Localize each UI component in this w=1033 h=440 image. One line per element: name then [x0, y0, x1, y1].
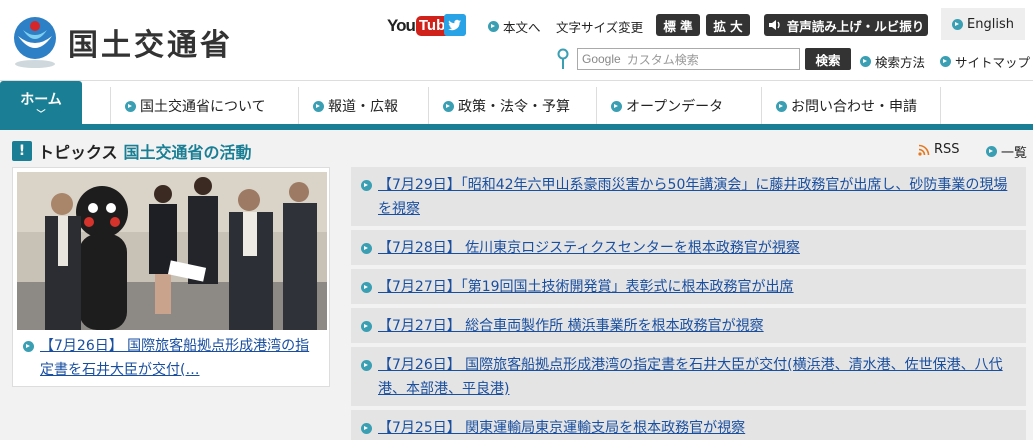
english-link[interactable]: English [941, 8, 1025, 40]
list-item-text: 【7月27日】 総合車両製作所 横浜事業所を根本政務官が視察 [378, 318, 764, 334]
nav-home-tab[interactable]: ホーム ﹀ [0, 81, 82, 127]
topics-list: 【7月29日】「昭和42年六甲山系豪雨災害から50年講演会」に藤井政務官が出席し… [351, 167, 1026, 440]
feature-topic-card[interactable]: 【7月26日】 国際旅客船拠点形成港湾の指定書を石井大臣が交付(… [12, 167, 330, 387]
list-item-text: 【7月25日】 関東運輸局東京運輸支局を根本政務官が視察 [378, 420, 746, 436]
mlit-logo-icon[interactable] [10, 14, 60, 70]
arrow-bullet-icon [361, 282, 372, 293]
arrow-bullet-icon [940, 56, 951, 67]
arrow-bullet-icon [443, 100, 454, 112]
search-placeholder: カスタム検索 [626, 52, 699, 67]
feature-topic-text: 【7月26日】 国際旅客船拠点形成港湾の指定書を石井大臣が交付(… [40, 338, 310, 378]
arrow-bullet-icon [611, 100, 622, 112]
nav-about-label: 国土交通省について [140, 99, 266, 115]
list-item[interactable]: 【7月29日】「昭和42年六甲山系豪雨災害から50年講演会」に藤井政務官が出席し… [351, 167, 1026, 226]
arrow-bullet-icon [776, 100, 787, 112]
site-header: 国土交通省 You Tube 本文へ 文字サイズ変更 標 準 拡 大 音声読み上… [0, 0, 1033, 80]
topics-heading: ! トピックス 国土交通省の活動 [12, 140, 252, 162]
english-label: English [967, 16, 1014, 32]
nav-home-label: ホーム [20, 92, 62, 108]
topics-title: トピックス [38, 143, 118, 162]
all-list-link[interactable]: 一覧 [986, 142, 1027, 161]
list-item[interactable]: 【7月25日】 関東運輸局東京運輸支局を根本政務官が視察 [351, 410, 1026, 440]
arrow-bullet-icon [361, 360, 372, 371]
list-item-text: 【7月26日】 国際旅客船拠点形成港湾の指定書を石井大臣が交付(横浜港、清水港、… [378, 357, 1003, 397]
speaker-icon [768, 20, 780, 30]
youtube-logo-text: You [387, 16, 416, 35]
topics-subtitle: 国土交通省の活動 [123, 143, 252, 162]
sitemap-link[interactable]: サイトマップ [940, 52, 1030, 71]
nav-about-tab[interactable]: 国土交通省について [110, 87, 298, 125]
nav-policy-label: 政策・法令・予算 [458, 99, 570, 115]
list-item[interactable]: 【7月27日】「第19回国土技術開発賞」表彰式に根本政務官が出席 [351, 269, 1026, 304]
nav-policy-tab[interactable]: 政策・法令・予算 [428, 87, 596, 125]
arrow-bullet-icon [361, 180, 372, 191]
list-item[interactable]: 【7月26日】 国際旅客船拠点形成港湾の指定書を石井大臣が交付(横浜港、清水港、… [351, 347, 1026, 406]
arrow-bullet-icon [986, 146, 997, 157]
rss-icon [918, 144, 930, 156]
skip-to-content-link[interactable]: 本文へ [488, 17, 541, 36]
rss-link[interactable]: RSS [918, 142, 960, 157]
exclamation-icon: ! [12, 141, 32, 161]
sitemap-label: サイトマップ [955, 55, 1031, 70]
nav-contact-label: お問い合わせ・申請 [791, 99, 917, 115]
arrow-bullet-icon [860, 56, 871, 67]
site-title[interactable]: 国土交通省 [68, 20, 233, 64]
nav-press-label: 報道・広報 [328, 99, 398, 115]
nav-opendata-label: オープンデータ [626, 99, 724, 115]
chevron-down-icon: ﹀ [36, 110, 46, 120]
arrow-bullet-icon [952, 18, 964, 30]
arrow-bullet-icon [361, 423, 372, 434]
list-item[interactable]: 【7月27日】 総合車両製作所 横浜事業所を根本政務官が視察 [351, 308, 1026, 343]
search-method-link[interactable]: 検索方法 [860, 52, 925, 71]
list-item-text: 【7月27日】「第19回国土技術開発賞」表彰式に根本政務官が出席 [378, 279, 794, 295]
nav-opendata-tab[interactable]: オープンデータ [596, 87, 761, 125]
list-item-text: 【7月29日】「昭和42年六甲山系豪雨災害から50年講演会」に藤井政務官が出席し… [378, 177, 1008, 217]
rss-label: RSS [934, 142, 960, 157]
feature-topic-link[interactable]: 【7月26日】 国際旅客船拠点形成港湾の指定書を石井大臣が交付(… [23, 334, 323, 382]
text-size-label: 文字サイズ変更 [556, 20, 644, 35]
google-label: Google [582, 52, 621, 66]
global-nav: ホーム ﹀ 国土交通省について 報道・広報 政策・法令・予算 オープンデータ お… [0, 80, 1033, 127]
nav-accent-bar [0, 124, 1033, 130]
voice-reader-button[interactable]: 音声読み上げ・ルビ振り [764, 14, 928, 36]
arrow-bullet-icon [361, 321, 372, 332]
arrow-bullet-icon [313, 100, 324, 112]
nav-press-tab[interactable]: 報道・広報 [298, 87, 428, 125]
twitter-icon[interactable] [444, 14, 466, 36]
nav-contact-tab[interactable]: お問い合わせ・申請 [761, 87, 941, 125]
arrow-bullet-icon [23, 341, 34, 352]
arrow-bullet-icon [125, 100, 136, 112]
list-item-text: 【7月28日】 佐川東京ロジスティクスセンターを根本政務官が視察 [378, 240, 800, 256]
search-method-label: 検索方法 [875, 55, 926, 70]
location-pin-icon [557, 48, 569, 69]
all-list-label: 一覧 [1001, 146, 1028, 161]
list-item[interactable]: 【7月28日】 佐川東京ロジスティクスセンターを根本政務官が視察 [351, 230, 1026, 265]
voice-reader-label: 音声読み上げ・ルビ振り [786, 18, 925, 34]
search-input[interactable]: Google カスタム検索 [577, 48, 800, 70]
feature-photo[interactable] [17, 172, 327, 330]
arrow-bullet-icon [361, 243, 372, 254]
search-button[interactable]: 検索 [805, 48, 851, 70]
text-size-large-button[interactable]: 拡 大 [706, 14, 750, 36]
arrow-bullet-icon [488, 21, 499, 32]
skip-to-content-label: 本文へ [503, 20, 541, 35]
text-size-standard-button[interactable]: 標 準 [656, 14, 700, 36]
